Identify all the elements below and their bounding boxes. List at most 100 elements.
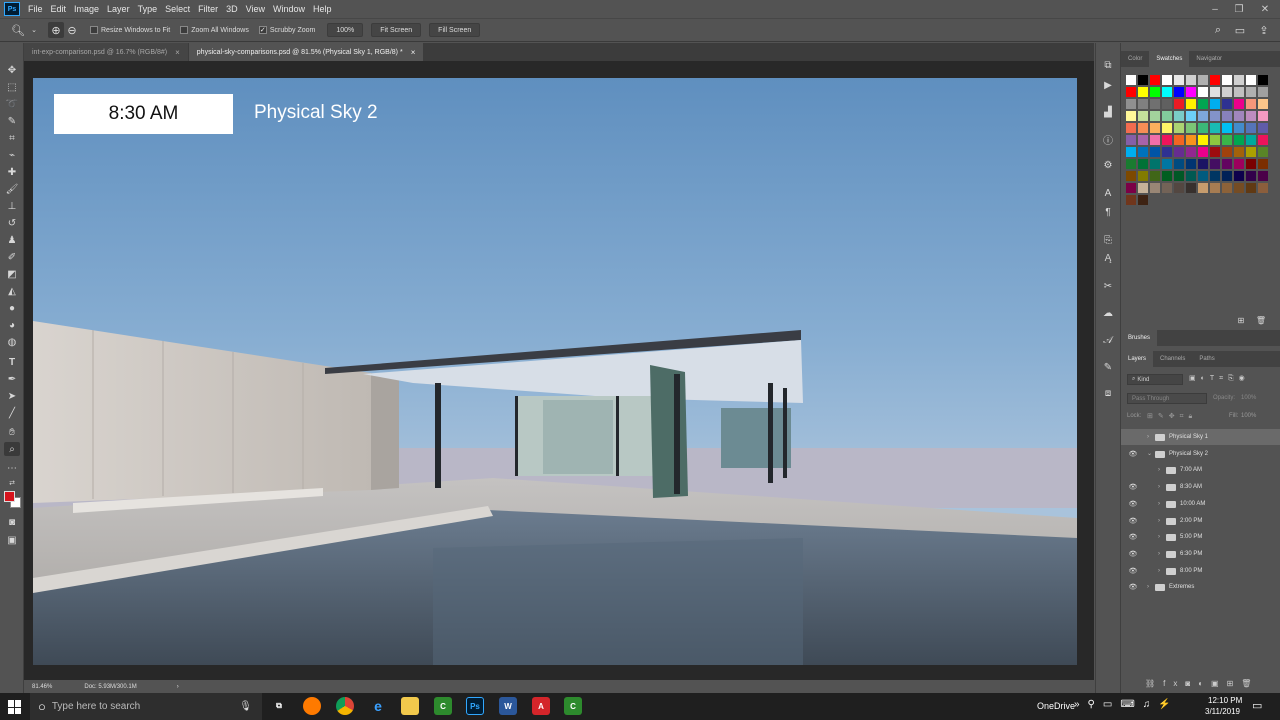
clone-stamp-tool-icon[interactable]: ⊥ [4, 199, 20, 213]
filter-icons-row[interactable]: ▣◐T⌗⎘◉ [1189, 374, 1250, 383]
file-explorer-icon[interactable] [401, 697, 419, 715]
zoom-level-field[interactable]: 81.46% [32, 684, 52, 690]
tab-color[interactable]: Color [1121, 51, 1149, 67]
color-swatch[interactable] [1222, 111, 1232, 121]
color-swatch[interactable] [1162, 135, 1172, 145]
menu-3d[interactable]: 3D [226, 4, 246, 14]
color-swatch[interactable] [1150, 75, 1160, 85]
layer-row[interactable]: 👁︎ › Extremes [1121, 579, 1280, 595]
visibility-eye-icon[interactable]: 👁︎ [1128, 500, 1138, 508]
color-swatch[interactable] [1138, 111, 1148, 121]
color-swatch[interactable] [1210, 171, 1220, 181]
color-swatch[interactable] [1150, 87, 1160, 97]
color-swatch[interactable] [1210, 111, 1220, 121]
layer-row[interactable]: › Physical Sky 1 [1121, 429, 1280, 445]
path-selection-tool-icon[interactable]: ➤ [4, 389, 20, 403]
swap-colors-icon[interactable]: ⇄ [4, 476, 20, 490]
color-swatch[interactable] [1174, 147, 1184, 157]
color-swatch[interactable] [1126, 159, 1136, 169]
color-swatch[interactable] [1162, 111, 1172, 121]
menu-filter[interactable]: Filter [198, 4, 226, 14]
screen-mode-icon[interactable]: ▣ [4, 533, 20, 547]
chevron-right-icon[interactable]: › [1158, 501, 1160, 507]
color-swatch[interactable] [1162, 159, 1172, 169]
document-canvas[interactable] [33, 78, 1077, 665]
color-swatch[interactable] [1150, 99, 1160, 109]
color-swatch[interactable] [1222, 99, 1232, 109]
tab-swatches[interactable]: Swatches [1149, 51, 1190, 67]
layer-row[interactable]: 👁︎ ⌄ Physical Sky 2 [1121, 446, 1280, 462]
camtasia-icon[interactable]: C [434, 697, 452, 715]
color-swatch[interactable] [1126, 111, 1136, 121]
color-swatch[interactable] [1138, 123, 1148, 133]
visibility-eye-icon[interactable]: 👁︎ [1128, 533, 1138, 541]
chevron-right-icon[interactable]: › [1158, 467, 1160, 473]
color-swatch[interactable] [1126, 75, 1136, 85]
color-swatch[interactable] [1234, 147, 1244, 157]
tab-paths[interactable]: Paths [1192, 351, 1221, 367]
layer-row[interactable]: 👁︎ › 8:00 PM [1121, 563, 1280, 579]
tab-layers[interactable]: Layers [1121, 351, 1154, 367]
microphone-icon[interactable]: 🎙︎ [239, 701, 252, 712]
color-swatch[interactable] [1210, 135, 1220, 145]
color-swatch[interactable] [1246, 87, 1256, 97]
color-swatch[interactable] [1210, 87, 1220, 97]
menu-window[interactable]: Window [273, 4, 313, 14]
layer-row[interactable]: 👁︎ › 2:00 PM [1121, 513, 1280, 529]
color-swatch[interactable] [1198, 123, 1208, 133]
menu-file[interactable]: File [28, 4, 51, 14]
color-swatch[interactable] [1258, 123, 1268, 133]
color-swatch[interactable] [1138, 75, 1148, 85]
character-icon[interactable]: A [1100, 186, 1116, 200]
notifications-icon[interactable]: ▭ [1252, 699, 1262, 712]
styles-icon[interactable]: 𝒜 [1100, 333, 1116, 347]
edge-icon[interactable]: e [369, 697, 387, 715]
layer-row[interactable]: 👁︎ › 8:30 AM [1121, 479, 1280, 495]
color-swatch[interactable] [1186, 147, 1196, 157]
color-swatch[interactable] [1222, 183, 1232, 193]
color-swatch[interactable] [1138, 99, 1148, 109]
dodge-tool-icon[interactable]: ◕ [4, 318, 20, 332]
restore-icon[interactable]: ❐ [1228, 0, 1250, 18]
hand-tool-icon[interactable]: ✋︎ [4, 425, 20, 439]
color-swatch[interactable] [1162, 87, 1172, 97]
color-swatch[interactable] [1210, 123, 1220, 133]
actions-play-icon[interactable]: ▶ [1100, 78, 1116, 92]
chrome-icon[interactable] [336, 697, 354, 715]
color-swatch[interactable] [1186, 75, 1196, 85]
visibility-eye-icon[interactable]: 👁︎ [1128, 550, 1138, 558]
line-tool-icon[interactable]: ╱ [4, 406, 20, 420]
color-swatch[interactable] [1210, 147, 1220, 157]
color-swatch[interactable] [1174, 135, 1184, 145]
color-swatch[interactable] [1210, 99, 1220, 109]
color-swatch[interactable] [1126, 87, 1136, 97]
color-swatch[interactable] [1138, 195, 1148, 205]
menu-layer[interactable]: Layer [107, 4, 138, 14]
color-swatch[interactable] [1246, 75, 1256, 85]
marquee-tool-icon[interactable]: ⬚ [4, 80, 20, 94]
zoom-out-icon[interactable]: ⊖ [64, 22, 80, 38]
layer-comps-icon[interactable]: ⧈ [1100, 386, 1116, 400]
color-swatch[interactable] [1162, 183, 1172, 193]
status-menu-arrow-icon[interactable]: › [177, 684, 179, 690]
layer-row[interactable]: 👁︎ › 6:30 PM [1121, 546, 1280, 562]
layer-row[interactable]: 👁︎ › 5:00 PM [1121, 529, 1280, 545]
menu-image[interactable]: Image [74, 4, 107, 14]
word-icon[interactable]: W [499, 697, 517, 715]
color-swatch[interactable] [1150, 147, 1160, 157]
chevron-right-icon[interactable]: › [1158, 534, 1160, 540]
brush-settings-icon[interactable]: ✎ [1100, 360, 1116, 374]
new-swatch-icon[interactable]: ⊞ [1233, 313, 1249, 327]
task-view-icon[interactable]: ⧉ [270, 697, 288, 715]
delete-swatch-icon[interactable]: 🗑︎ [1253, 313, 1269, 327]
close-tab-icon[interactable]: × [411, 48, 416, 57]
art-history-brush-icon[interactable]: ✐ [4, 250, 20, 264]
eyedropper-tool-icon[interactable]: ⌁ [4, 148, 20, 162]
color-swatch[interactable] [1174, 99, 1184, 109]
color-swatch[interactable] [1174, 159, 1184, 169]
fill-screen-button[interactable]: Fill Screen [429, 23, 481, 37]
color-swatch[interactable] [1210, 75, 1220, 85]
libraries-icon[interactable]: ☁ [1100, 306, 1116, 320]
blend-mode-dropdown[interactable]: Pass Through [1127, 393, 1207, 404]
color-swatch[interactable] [1126, 183, 1136, 193]
